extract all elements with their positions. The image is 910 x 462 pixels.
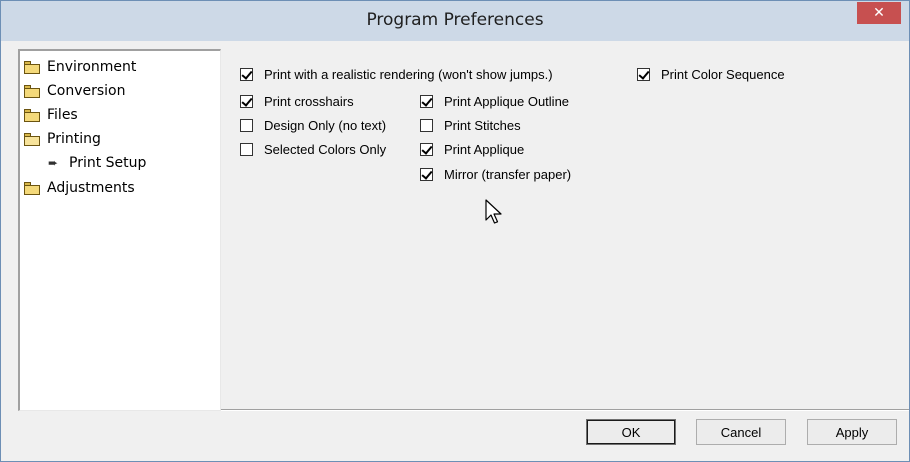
tree-item-label: Print Setup xyxy=(69,155,147,171)
folder-icon xyxy=(24,60,40,74)
checkbox-box[interactable] xyxy=(240,67,253,81)
checkbox-label: Print Stitches xyxy=(444,117,521,133)
checkbox-label: Print Applique Outline xyxy=(444,93,570,109)
tree-item-printing[interactable]: Printing xyxy=(24,128,101,150)
cancel-button[interactable]: Cancel xyxy=(696,419,786,445)
checkbox-box[interactable] xyxy=(420,167,433,181)
checkbox-label: Print with a realistic rendering (won't … xyxy=(264,66,553,82)
print-applique-checkbox[interactable]: Print Applique xyxy=(420,140,524,158)
close-button[interactable]: ✕ xyxy=(857,2,901,24)
tree-item-label: Conversion xyxy=(47,83,126,99)
tree-item-label: Files xyxy=(47,107,78,123)
checkbox-label: Print Color Sequence xyxy=(661,66,785,82)
checkbox-label: Design Only (no text) xyxy=(264,117,387,133)
window-title: Program Preferences xyxy=(366,10,544,30)
open-folder-icon xyxy=(24,132,40,146)
checkbox-box[interactable] xyxy=(420,142,433,156)
checkbox-box[interactable] xyxy=(637,67,650,81)
ok-button[interactable]: OK xyxy=(586,419,676,445)
arrow-right-icon: ➨ xyxy=(47,156,59,170)
mirror-checkbox[interactable]: Mirror (transfer paper) xyxy=(420,165,571,183)
mouse-cursor-icon xyxy=(485,199,502,224)
tree-item-adjustments[interactable]: Adjustments xyxy=(24,177,135,199)
tree-item-label: Environment xyxy=(47,59,137,75)
tree-item-label: Printing xyxy=(47,131,101,147)
checkbox-box[interactable] xyxy=(420,94,433,108)
design-only-checkbox[interactable]: Design Only (no text) xyxy=(240,116,386,134)
folder-icon xyxy=(24,108,40,122)
tree-item-print-setup[interactable]: ➨ Print Setup xyxy=(45,152,146,174)
applique-outline-checkbox[interactable]: Print Applique Outline xyxy=(420,92,569,110)
crosshairs-checkbox[interactable]: Print crosshairs xyxy=(240,92,354,110)
checkbox-box[interactable] xyxy=(420,118,433,132)
tree-item-conversion[interactable]: Conversion xyxy=(24,80,126,102)
checkbox-label: Selected Colors Only xyxy=(264,141,387,157)
checkbox-label: Print Applique xyxy=(444,141,525,157)
tree-item-files[interactable]: Files xyxy=(24,104,78,126)
tree-item-label: Adjustments xyxy=(47,180,135,196)
separator-line xyxy=(221,409,909,411)
realistic-rendering-checkbox[interactable]: Print with a realistic rendering (won't … xyxy=(240,65,553,83)
close-icon: ✕ xyxy=(873,5,885,21)
dialog-client-area: Environment Conversion Files Printing ➨ … xyxy=(7,41,909,457)
color-sequence-checkbox[interactable]: Print Color Sequence xyxy=(637,65,785,83)
checkbox-box[interactable] xyxy=(240,94,253,108)
folder-icon xyxy=(24,84,40,98)
checkbox-label: Print crosshairs xyxy=(264,93,354,109)
apply-button[interactable]: Apply xyxy=(807,419,897,445)
checkbox-label: Mirror (transfer paper) xyxy=(444,166,572,182)
preferences-window: Program Preferences ✕ Environment Conver… xyxy=(0,0,910,462)
folder-icon xyxy=(24,181,40,195)
print-stitches-checkbox[interactable]: Print Stitches xyxy=(420,116,521,134)
title-bar[interactable]: Program Preferences ✕ xyxy=(1,1,909,41)
category-tree[interactable]: Environment Conversion Files Printing ➨ … xyxy=(18,49,221,411)
checkbox-box[interactable] xyxy=(240,142,253,156)
checkbox-box[interactable] xyxy=(240,118,253,132)
tree-item-environment[interactable]: Environment xyxy=(24,56,136,78)
selected-colors-checkbox[interactable]: Selected Colors Only xyxy=(240,140,386,158)
